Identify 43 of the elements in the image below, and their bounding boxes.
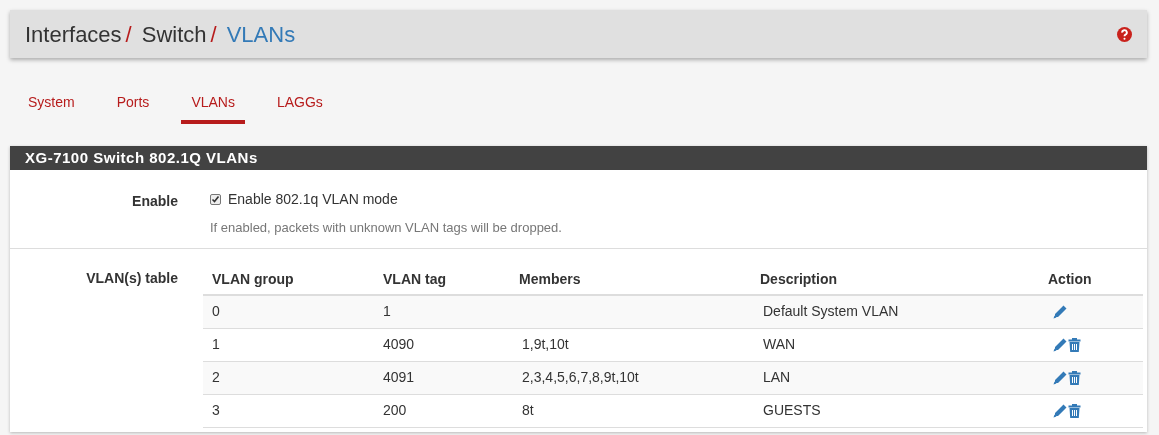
help-icon[interactable] (1117, 26, 1132, 42)
trash-icon[interactable] (1068, 369, 1081, 386)
table-cell: GUESTS (763, 402, 821, 418)
trash-icon[interactable] (1068, 402, 1081, 419)
trash-icon[interactable] (1068, 336, 1081, 353)
table-cell: 0 (212, 303, 220, 319)
table-cell: Default System VLAN (763, 303, 899, 319)
column-header: Action (1048, 271, 1092, 287)
column-header: Description (760, 271, 837, 287)
breadcrumb-separator: / (210, 20, 217, 49)
tab[interactable]: LAGGs (266, 84, 333, 124)
table-cell: 1 (212, 336, 220, 352)
table-cell: 4090 (383, 336, 415, 352)
table-cell: 1 (383, 303, 391, 319)
field-label: Enable (132, 193, 178, 209)
table-cell: 8t (522, 402, 534, 418)
column-header: VLAN group (212, 271, 294, 287)
help-text: If enabled, packets with unknown VLAN tags will be dropped. (210, 219, 562, 237)
edit-icon[interactable] (1052, 369, 1068, 386)
edit-icon[interactable] (1052, 303, 1068, 320)
table-cell: 2,3,4,5,6,7,8,9t,10t (522, 369, 639, 385)
edit-icon[interactable] (1052, 402, 1068, 419)
panel-title: XG-7100 Switch 802.1Q VLANs (10, 146, 1147, 170)
table-cell: 3 (212, 402, 220, 418)
column-header: Members (519, 271, 581, 287)
table-cell: 200 (383, 402, 407, 418)
breadcrumb-separator: / (125, 20, 132, 49)
tab[interactable]: VLANs (181, 84, 245, 124)
tab[interactable]: System (18, 84, 85, 124)
field-label: VLAN(s) table (86, 269, 178, 286)
table-cell: 1,9t,10t (522, 336, 569, 352)
breadcrumb-item: VLANs (226, 20, 296, 49)
table-cell: WAN (763, 336, 796, 352)
table-cell: 2 (212, 369, 220, 385)
table-cell: LAN (763, 369, 791, 385)
checkbox-label: Enable 802.1q VLAN mode (228, 190, 398, 209)
breadcrumb-item[interactable]: Interfaces (25, 17, 122, 51)
column-header: VLAN tag (383, 271, 446, 287)
table-cell: 4091 (383, 369, 415, 385)
tab[interactable]: Ports (106, 84, 160, 124)
checkbox[interactable] (210, 194, 221, 205)
edit-icon[interactable] (1052, 336, 1068, 353)
breadcrumb-item[interactable]: Switch (141, 17, 207, 51)
